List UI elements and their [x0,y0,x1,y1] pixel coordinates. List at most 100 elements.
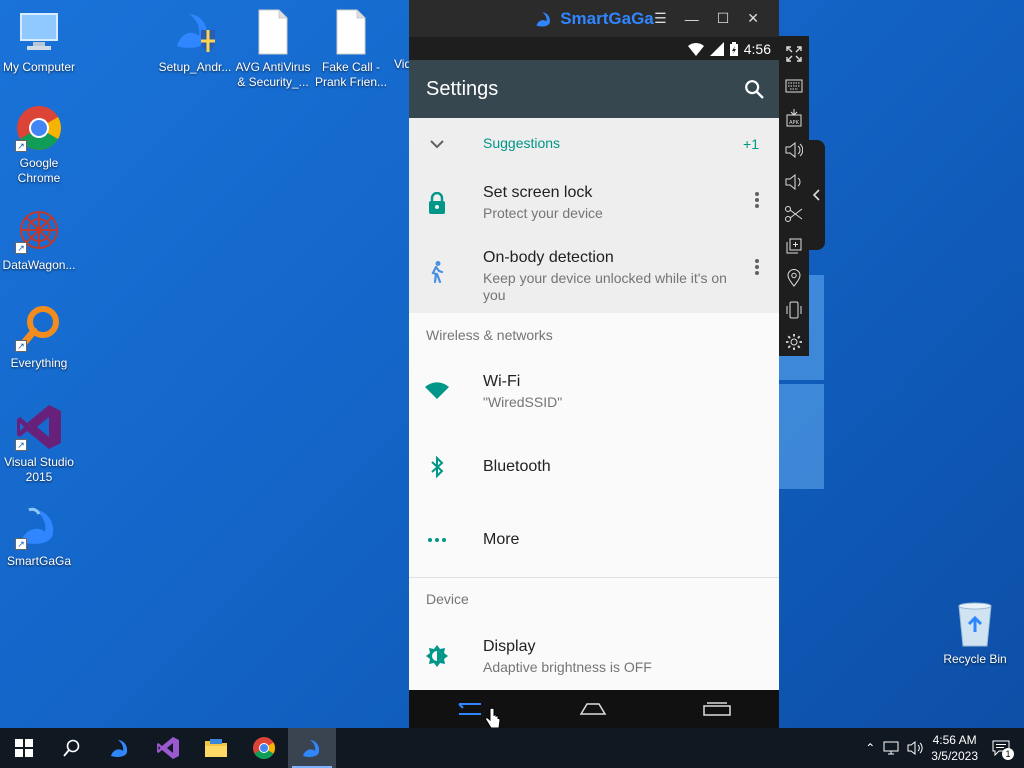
desktop-icon-visual-studio[interactable]: ↗ Visual Studio 2015 [0,403,78,485]
list-item-wifi[interactable]: Wi-Fi "WiredSSID" [409,355,779,430]
walking-person-icon [409,249,465,283]
back-icon[interactable] [457,702,483,716]
datawagon-icon: ↗ [15,206,63,254]
emulator-brand-name: SmartGaGa [560,8,654,28]
list-item-bluetooth[interactable]: Bluetooth [409,430,779,503]
desktop-icon-label: Fake Call - Prank Frien... [314,60,388,89]
item-title: Wi-Fi [483,373,521,390]
battery-icon [729,41,738,56]
clock-date: 3/5/2023 [931,749,978,763]
file-icon [249,8,297,56]
smartgaga-swan-icon: ↗ [15,502,63,550]
more-vert-icon[interactable] [735,184,779,208]
desktop-icon-avg-antivirus[interactable]: AVG AntiVirus & Security_... [234,8,312,90]
item-title: Display [483,638,536,655]
menu-icon[interactable]: ☰ [654,10,667,27]
desktop-icon-google-chrome[interactable]: ↗ Google Chrome [0,104,78,186]
section-header-wireless: Wireless & networks [426,327,553,343]
suggestions-header[interactable]: Suggestions +1 [409,118,779,170]
start-button[interactable] [0,728,48,768]
taskbar-clock[interactable]: 4:56 AM 3/5/2023 [931,732,978,764]
item-subtitle: "WiredSSID" [483,394,563,410]
shortcut-arrow-icon: ↗ [15,140,27,152]
desktop-icon-label: AVG AntiVirus & Security_... [235,60,311,89]
close-icon[interactable]: ✕ [747,10,759,27]
desktop-icon-label: Everything [10,356,68,370]
volume-up-icon[interactable] [783,138,805,162]
taskbar-file-explorer[interactable] [192,728,240,768]
recents-icon[interactable] [703,702,731,716]
search-icon[interactable] [743,78,765,100]
item-title: Set screen lock [483,184,593,201]
desktop-icon-recycle-bin[interactable]: Recycle Bin [936,600,1014,667]
installer-shield-icon [171,8,219,56]
desktop-icon-label: Vid [394,57,410,71]
recycle-bin-icon [951,600,999,648]
list-item-on-body-detection[interactable]: On-body detection Keep your device unloc… [409,235,779,313]
shake-icon[interactable] [783,298,805,322]
visual-studio-icon: ↗ [15,403,63,451]
chevron-up-icon[interactable]: ⌃ [865,741,875,755]
suggestions-label: Suggestions [483,135,561,151]
search-button[interactable] [48,728,96,768]
emulator-side-toolbar: APK [779,36,809,356]
settings-appbar: Settings [409,60,779,118]
collapse-toolbar-tab[interactable] [809,140,825,250]
item-title: On-body detection [483,249,614,266]
computer-icon [15,8,63,56]
minimize-icon[interactable]: — [685,11,699,27]
item-title: Bluetooth [483,457,551,475]
taskbar-visual-studio[interactable] [144,728,192,768]
chrome-icon [253,737,275,759]
list-item-set-screen-lock[interactable]: Set screen lock Protect your device [409,170,779,235]
maximize-icon[interactable]: ☐ [717,10,730,27]
emulator-titlebar[interactable]: SmartGaGa ☰ — ☐ ✕ [409,0,779,37]
taskbar-smartgaga-running[interactable] [288,728,336,768]
volume-down-icon[interactable] [783,170,805,194]
settings-list[interactable]: Suggestions +1 Set screen lock Protect y… [409,118,779,690]
desktop-icon-everything[interactable]: ↗ Everything [0,304,78,371]
chevron-down-icon[interactable] [409,139,465,149]
smartgaga-swan-icon [303,740,320,757]
desktop-icon-smartgaga[interactable]: ↗ SmartGaGa [0,502,78,569]
taskbar-chrome[interactable] [240,728,288,768]
location-icon[interactable] [783,266,805,290]
more-vert-icon[interactable] [735,249,779,275]
desktop-icon-label: Google Chrome [17,156,61,185]
desktop-icon-label: Visual Studio 2015 [4,455,74,484]
desktop-icon-my-computer[interactable]: My Computer [0,8,78,75]
list-item-display[interactable]: Display Adaptive brightness is OFF [409,624,779,690]
apk-install-icon[interactable]: APK [783,106,805,130]
home-icon[interactable] [579,702,607,716]
taskbar-smartgaga-pinned[interactable] [96,728,144,768]
visual-studio-icon [157,737,179,759]
bluetooth-icon [409,455,465,478]
volume-icon[interactable] [907,741,923,755]
desktop-icon-fake-call[interactable]: Fake Call - Prank Frien... [312,8,390,90]
scissors-icon[interactable] [783,202,805,226]
shortcut-arrow-icon: ↗ [15,439,27,451]
section-header-device: Device [426,591,469,607]
fullscreen-icon[interactable] [783,42,805,66]
shortcut-arrow-icon: ↗ [15,242,27,254]
chrome-icon: ↗ [15,104,63,152]
desktop-icon-setup-android[interactable]: Setup_Andr... [155,8,235,75]
notification-center-button[interactable]: 1 [986,733,1016,763]
list-item-more[interactable]: More [409,503,779,577]
item-subtitle: Protect your device [483,205,603,221]
system-tray: ⌃ 4:56 AM 3/5/2023 1 [865,732,1024,764]
hand-cursor-icon [485,708,501,729]
smartgaga-logo-icon [536,11,551,26]
add-window-icon[interactable] [783,234,805,258]
network-icon[interactable] [883,741,899,755]
clock-time: 4:56 AM [932,733,977,747]
desktop-icon-video-partial[interactable]: Vid [386,57,410,72]
settings-gear-icon[interactable] [783,330,805,354]
suggestions-section: Suggestions +1 Set screen lock Protect y… [409,118,779,313]
smartgaga-window: SmartGaGa ☰ — ☐ ✕ 4:56 Settings Suggesti… [409,0,779,728]
page-title: Settings [426,77,499,100]
keyboard-icon[interactable] [783,74,805,98]
desktop-icon-label: DataWagon... [2,258,76,272]
desktop-icon-label: Setup_Andr... [158,60,232,74]
desktop-icon-datawagon[interactable]: ↗ DataWagon... [0,206,78,273]
